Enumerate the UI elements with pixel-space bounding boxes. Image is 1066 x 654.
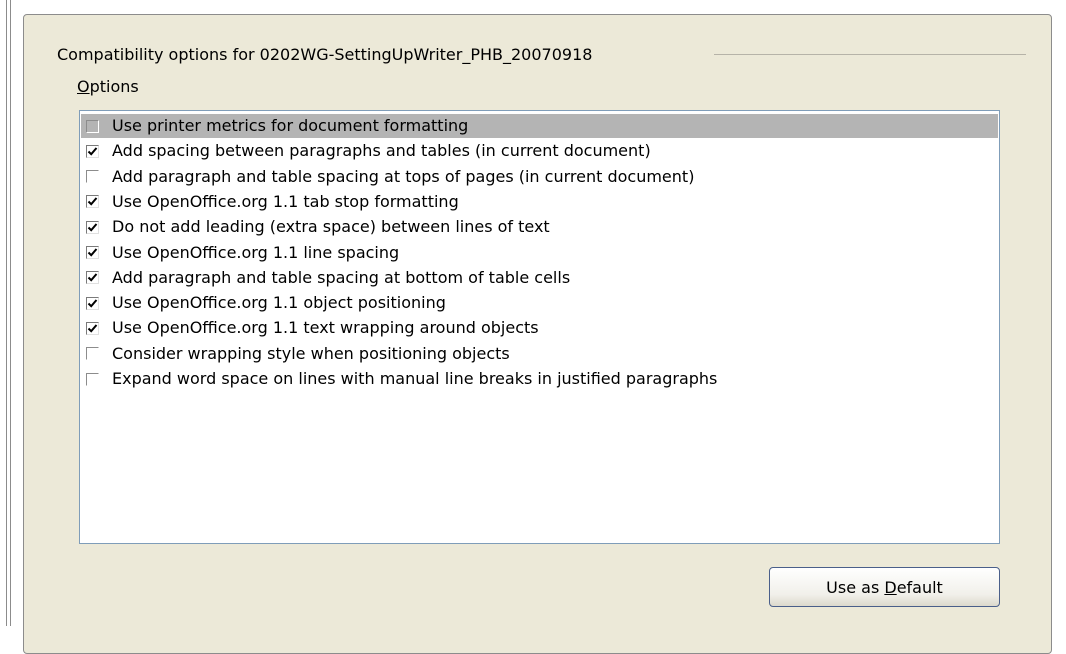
checkbox-unchecked[interactable] — [86, 119, 99, 133]
checkbox-checked[interactable] — [86, 296, 99, 310]
checkbox-checked[interactable] — [86, 246, 99, 259]
option-row[interactable]: Use OpenOffice.org 1.1 object positionin… — [81, 291, 998, 315]
option-label: Expand word space on lines with manual l… — [112, 369, 718, 388]
group-title-separator — [714, 54, 1026, 55]
checkmark-icon — [87, 223, 98, 232]
option-label: Add spacing between paragraphs and table… — [112, 141, 651, 161]
option-label: Use OpenOffice.org 1.1 tab stop formatti… — [112, 191, 459, 211]
default-button-mnemonic: D — [884, 577, 897, 597]
options-label-mnemonic: O — [77, 77, 90, 96]
group-title: Compatibility options for 0202WG-Setting… — [57, 42, 592, 66]
checkmark-icon — [87, 298, 98, 308]
window-border-inner — [10, 0, 11, 626]
checkbox-checked[interactable] — [86, 144, 99, 158]
dialog-window: Compatibility options for 0202WG-Setting… — [0, 0, 1066, 654]
option-row[interactable]: Add paragraph and table spacing at tops … — [81, 165, 998, 189]
option-label: Use OpenOffice.org 1.1 line spacing — [112, 242, 400, 262]
checkmark-icon — [87, 273, 98, 282]
option-row[interactable]: Add paragraph and table spacing at botto… — [81, 266, 998, 290]
option-row[interactable]: Use printer metrics for document formatt… — [81, 114, 998, 138]
checkmark-icon — [87, 147, 98, 156]
option-label: Add paragraph and table spacing at botto… — [112, 267, 571, 287]
option-label: Use OpenOffice.org 1.1 object positionin… — [112, 293, 446, 313]
options-label-rest: ptions — [89, 77, 139, 96]
option-row[interactable]: Use OpenOffice.org 1.1 line spacing — [81, 241, 998, 265]
option-row[interactable]: Use OpenOffice.org 1.1 tab stop formatti… — [81, 190, 998, 214]
option-label: Use printer metrics for document formatt… — [112, 116, 469, 135]
option-row[interactable]: Consider wrapping style when positioning… — [81, 342, 998, 366]
default-button-prefix: Use as — [826, 577, 885, 597]
option-label: Consider wrapping style when positioning… — [112, 343, 510, 363]
options-label: Options — [77, 76, 139, 98]
checkbox-checked[interactable] — [86, 271, 99, 285]
option-row[interactable]: Expand word space on lines with manual l… — [81, 367, 998, 391]
checkmark-icon — [87, 197, 98, 207]
checkmark-icon — [87, 324, 98, 333]
option-label: Add paragraph and table spacing at tops … — [112, 166, 695, 186]
option-row[interactable]: Use OpenOffice.org 1.1 text wrapping aro… — [81, 316, 998, 340]
checkbox-checked[interactable] — [86, 321, 99, 335]
checkbox-unchecked[interactable] — [86, 347, 99, 361]
option-label: Do not add leading (extra space) between… — [112, 217, 550, 237]
checkbox-unchecked[interactable] — [86, 170, 99, 184]
options-checkbox-list[interactable]: Use printer metrics for document formatt… — [79, 110, 1000, 544]
checkbox-checked[interactable] — [86, 195, 99, 209]
default-button-suffix: efault — [896, 577, 943, 597]
option-row[interactable]: Do not add leading (extra space) between… — [81, 215, 998, 239]
checkmark-icon — [87, 248, 98, 257]
option-row[interactable]: Add spacing between paragraphs and table… — [81, 139, 998, 163]
checkbox-checked[interactable] — [86, 220, 99, 234]
checkbox-unchecked[interactable] — [86, 372, 99, 386]
option-label: Use OpenOffice.org 1.1 text wrapping aro… — [112, 318, 539, 338]
use-as-default-button[interactable]: Use as Default — [769, 567, 1000, 607]
window-border — [6, 0, 7, 626]
group-title-text: Compatibility options for 0202WG-Setting… — [57, 44, 593, 64]
